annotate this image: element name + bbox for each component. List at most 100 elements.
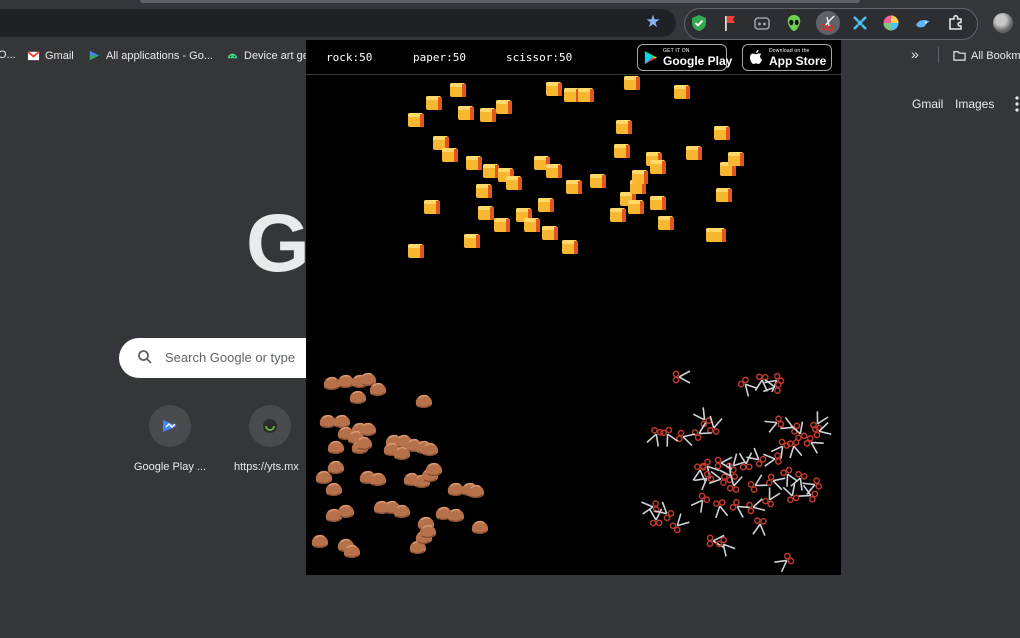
tab-strip-edge	[140, 0, 860, 3]
play-console-icon	[89, 50, 100, 61]
scissor-piece	[747, 474, 768, 493]
paper-piece	[450, 83, 466, 97]
paper-piece	[674, 85, 690, 99]
rock-piece	[447, 482, 465, 496]
shortcut-google-play[interactable]: Google Play ...	[120, 405, 220, 473]
bookmark-item[interactable]: O...	[0, 49, 16, 61]
bookmarks-divider	[938, 47, 939, 63]
yts-icon	[263, 419, 277, 433]
paper-piece	[562, 240, 578, 254]
bird-icon[interactable]	[913, 13, 933, 33]
folder-icon	[953, 51, 966, 61]
rock-piece	[337, 504, 355, 518]
alien-icon[interactable]	[784, 13, 804, 33]
red-flag-icon[interactable]	[720, 13, 740, 33]
extensions-puzzle-icon[interactable]	[946, 13, 966, 33]
shortcut-yts[interactable]: https://yts.mx	[220, 405, 320, 473]
paper-piece	[564, 88, 580, 102]
rock-piece	[327, 460, 345, 474]
scissor-piece	[729, 498, 750, 518]
bookmark-all-applications[interactable]: All applications - Go...	[88, 49, 213, 62]
gmail-icon	[27, 51, 40, 61]
paper-piece	[714, 126, 730, 140]
paper-piece	[424, 200, 440, 214]
paper-piece	[546, 164, 562, 178]
paper-piece	[506, 176, 522, 190]
paper-piece	[524, 218, 540, 232]
paper-piece	[476, 184, 492, 198]
app-store-badge[interactable]: Download on the App Store	[742, 44, 832, 71]
rock-piece	[333, 414, 351, 428]
scissor-piece	[770, 438, 791, 459]
scissor-piece	[713, 499, 729, 519]
profile-avatar[interactable]	[993, 13, 1013, 33]
scissor-piece	[646, 426, 664, 447]
paper-piece	[433, 136, 449, 150]
paper-piece	[494, 218, 510, 232]
scissor-piece	[660, 426, 679, 447]
paper-piece	[442, 148, 458, 162]
all-bookmarks-button[interactable]: All Bookm	[953, 49, 1020, 62]
apple-icon	[750, 50, 762, 64]
paper-piece	[480, 108, 496, 122]
android-icon	[227, 53, 238, 59]
paper-piece	[716, 188, 732, 202]
paper-piece	[426, 96, 442, 110]
rock-piece	[337, 374, 355, 388]
rock-piece	[425, 462, 443, 476]
paper-piece	[496, 100, 512, 114]
paper-piece	[710, 228, 726, 242]
bookmark-label: O...	[0, 49, 16, 61]
scissor-piece	[672, 370, 691, 384]
shield-check-icon[interactable]	[689, 13, 709, 33]
paper-piece	[616, 120, 632, 134]
bookmark-device-art[interactable]: Device art ge...	[226, 49, 318, 62]
paper-piece	[542, 226, 558, 240]
scissor-piece	[669, 513, 690, 534]
browser-toolbar: ★	[0, 0, 1020, 40]
shortcut-icon-circle	[249, 405, 291, 447]
bookmark-star-icon[interactable]: ★	[643, 12, 663, 32]
search-placeholder: Search Google or type	[165, 350, 296, 365]
scissor-piece	[802, 477, 823, 495]
rock-piece	[415, 394, 433, 408]
paper-piece	[614, 144, 630, 158]
scissor-piece	[764, 415, 785, 433]
address-bar[interactable]	[0, 9, 676, 37]
shortcut-label: https://yts.mx	[234, 461, 299, 473]
rock-piece	[323, 376, 341, 390]
google-play-badge[interactable]: GET IT ON Google Play	[637, 44, 732, 71]
shortcut-label: Google Play ...	[133, 461, 207, 473]
paper-piece	[408, 113, 424, 127]
google-play-big-text: Google Play	[663, 54, 733, 68]
chevron-double-right-icon: »	[911, 46, 919, 62]
scissors-icon[interactable]	[816, 11, 840, 35]
bookmark-gmail[interactable]: Gmail	[27, 49, 74, 62]
rock-piece	[311, 534, 329, 548]
paper-piece	[566, 180, 582, 194]
paper-piece	[632, 170, 648, 184]
google-play-icon	[644, 50, 658, 65]
scissor-piece	[752, 517, 767, 536]
scissor-piece	[812, 422, 832, 439]
puzzle-blue-icon[interactable]	[850, 13, 870, 33]
color-wheel-icon[interactable]	[881, 13, 901, 33]
scissor-score: scissor:50	[506, 51, 573, 64]
paper-piece	[628, 200, 644, 214]
google-apps-icon[interactable]	[1014, 95, 1020, 113]
paper-piece	[658, 216, 674, 230]
paper-piece	[624, 76, 640, 90]
paper-piece	[590, 174, 606, 188]
scissor-piece	[774, 552, 795, 573]
gmail-link[interactable]: Gmail	[912, 97, 943, 111]
paper-piece	[650, 160, 666, 174]
score-bar: rock:50 paper:50 scissor:50 GET IT ON Go…	[306, 40, 841, 75]
bookmarks-overflow-button[interactable]: »	[911, 46, 919, 62]
controller-icon[interactable]	[752, 13, 772, 33]
rock-piece	[315, 470, 333, 484]
scissor-piece	[706, 415, 723, 435]
rock-piece	[325, 482, 343, 496]
game-field	[311, 76, 832, 573]
images-link[interactable]: Images	[955, 97, 994, 111]
paper-piece	[458, 106, 474, 120]
